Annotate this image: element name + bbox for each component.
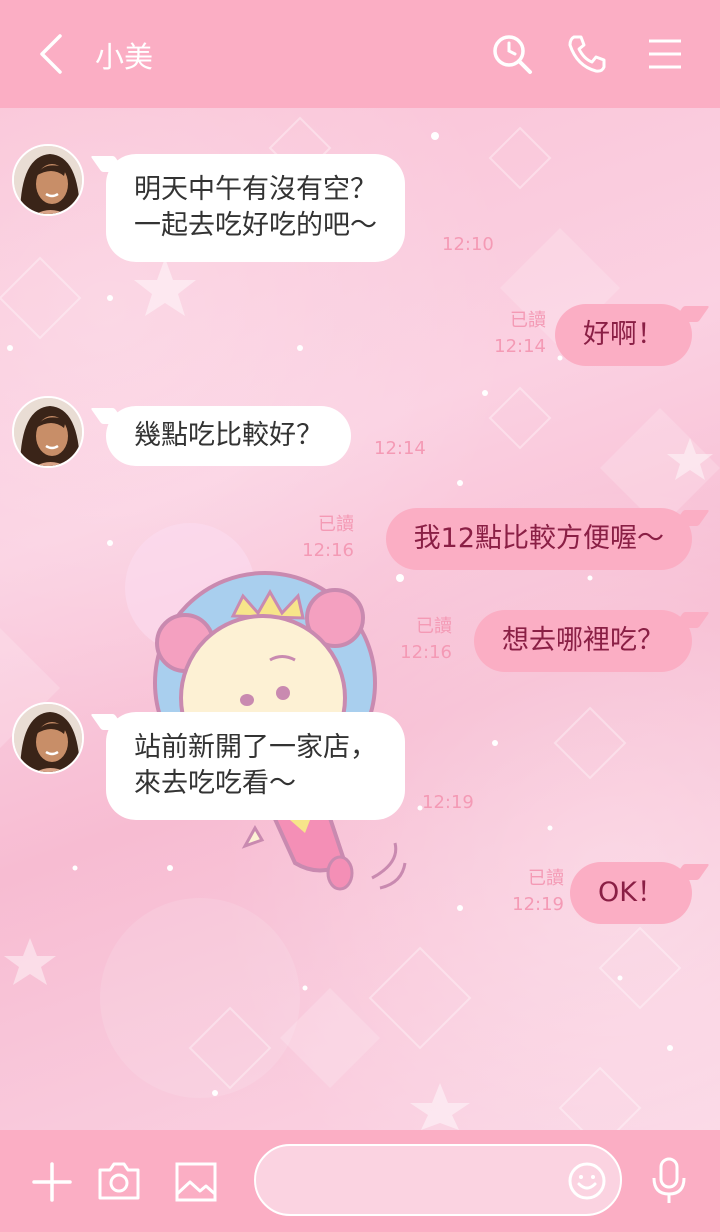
smile-icon[interactable] — [566, 1160, 608, 1202]
read-receipt: 已讀 — [510, 310, 546, 331]
message-time: 12:10 — [442, 234, 494, 255]
chat-header: 小美 — [0, 0, 720, 108]
outgoing-message-bubble[interactable]: OK！ — [570, 862, 692, 924]
message-time: 12:19 — [422, 792, 474, 813]
mic-icon[interactable] — [648, 1156, 690, 1206]
message-time: 12:14 — [494, 336, 546, 357]
back-icon[interactable] — [32, 30, 72, 78]
message-text: 站前新開了一家店， — [134, 732, 377, 763]
message-time: 12:19 — [512, 894, 564, 915]
message-time: 12:16 — [400, 642, 452, 663]
message-meta: 已讀 12:16 — [400, 614, 452, 666]
contact-avatar[interactable] — [12, 144, 84, 216]
message-text: 我12點比較方便喔～ — [413, 523, 664, 554]
read-receipt: 已讀 — [318, 514, 354, 535]
message-time: 12:14 — [374, 438, 426, 459]
message-time: 12:16 — [302, 540, 354, 561]
contact-avatar[interactable] — [12, 396, 84, 468]
outgoing-message-bubble[interactable]: 我12點比較方便喔～ — [385, 508, 692, 570]
camera-icon[interactable] — [96, 1158, 142, 1202]
outgoing-message-bubble[interactable]: 好啊！ — [555, 304, 692, 366]
message-meta: 已讀 12:14 — [494, 308, 546, 360]
phone-icon[interactable] — [565, 32, 609, 76]
message-text: OK！ — [598, 877, 664, 908]
message-text: 好啊！ — [583, 319, 664, 350]
plus-icon[interactable] — [30, 1160, 74, 1204]
incoming-message-bubble[interactable]: 幾點吃比較好？ — [106, 406, 351, 466]
read-receipt: 已讀 — [416, 616, 452, 637]
outgoing-message-bubble[interactable]: 想去哪裡吃？ — [474, 610, 692, 672]
incoming-message-bubble[interactable]: 明天中午有沒有空？ 一起去吃好吃的吧～ — [106, 154, 405, 262]
incoming-message-bubble[interactable]: 站前新開了一家店， 來去吃吃看～ — [106, 712, 405, 820]
message-meta: 已讀 12:19 — [512, 866, 564, 918]
chat-area[interactable]: 明天中午有沒有空？ 一起去吃好吃的吧～ 12:10 已讀 12:14 好啊！ 幾… — [0, 108, 720, 1130]
read-receipt: 已讀 — [528, 868, 564, 889]
search-icon[interactable] — [490, 32, 534, 76]
message-text: 明天中午有沒有空？ — [134, 174, 377, 205]
contact-avatar[interactable] — [12, 702, 84, 774]
chat-title: 小美 — [95, 40, 154, 74]
message-meta: 已讀 12:16 — [302, 512, 354, 564]
menu-icon[interactable] — [645, 36, 685, 72]
message-text: 一起去吃好吃的吧～ — [134, 210, 377, 241]
input-bar — [0, 1130, 720, 1232]
message-text: 想去哪裡吃？ — [502, 625, 664, 656]
image-icon[interactable] — [174, 1160, 218, 1204]
message-text: 來去吃吃看～ — [134, 768, 296, 799]
message-text: 幾點吃比較好？ — [134, 420, 323, 451]
